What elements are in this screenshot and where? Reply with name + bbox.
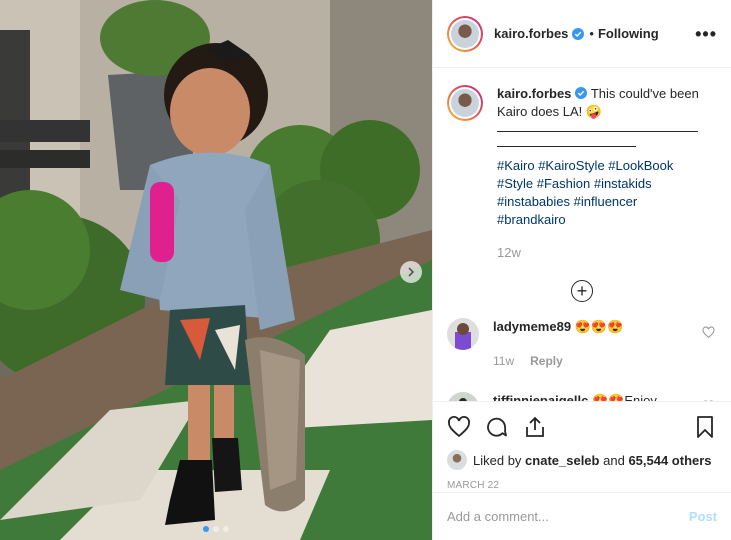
caption-divider [497, 123, 698, 132]
heart-icon[interactable] [447, 415, 471, 439]
post-actions: Liked by cnate_seleb and 65,544 others M… [433, 401, 731, 491]
post-comment-button[interactable]: Post [689, 509, 717, 524]
bookmark-icon[interactable] [693, 415, 717, 439]
caption-hashtags[interactable]: #Kairo #KairoStyle #LookBook #Style #Fas… [497, 157, 707, 229]
comment-body: tiffinniepaigellc 😍😍Enjoy reduced rated … [493, 392, 693, 401]
author-avatar[interactable] [447, 15, 483, 52]
author-username[interactable]: kairo.forbes [494, 26, 568, 41]
load-more-comments[interactable]: + [447, 280, 717, 302]
liked-by-prefix: Liked by [473, 452, 522, 468]
post-date[interactable]: MARCH 22 [447, 480, 717, 491]
comment-username[interactable]: tiffinniepaigellc [493, 393, 588, 401]
photo-illustration [0, 0, 432, 540]
comment-input[interactable] [447, 509, 689, 524]
likes-summary: Liked by cnate_seleb and 65,544 others [447, 450, 717, 470]
carousel-dots [0, 526, 432, 532]
post-photo[interactable] [0, 0, 432, 540]
comments-list[interactable]: kairo.forbes This could've been Kairo do… [433, 69, 731, 401]
liked-by-and: and [603, 452, 625, 468]
carousel-dot [223, 526, 229, 532]
caption-divider-short [497, 138, 636, 147]
commenter-avatar[interactable] [447, 392, 479, 401]
likes-count[interactable]: 65,544 others [628, 453, 711, 468]
chevron-right-icon [408, 267, 415, 277]
verified-badge-icon [575, 87, 588, 99]
comment-body: ladymeme89 😍😍😍 11w Reply [493, 318, 693, 370]
post-header: kairo.forbes • Following ••• [433, 0, 731, 68]
comment-item: tiffinniepaigellc 😍😍Enjoy reduced rated … [447, 392, 717, 401]
comment-username[interactable]: ladymeme89 [493, 319, 571, 334]
reply-button[interactable]: Reply [530, 352, 563, 370]
comment-meta: 11w Reply [493, 352, 693, 370]
liked-by-user[interactable]: cnate_seleb [525, 453, 599, 468]
carousel-dot-active [203, 526, 209, 532]
carousel-dot [213, 526, 219, 532]
like-comment-heart-icon[interactable] [702, 326, 715, 339]
caption-avatar[interactable] [447, 85, 483, 121]
more-options-icon[interactable]: ••• [695, 25, 717, 43]
comment-timestamp[interactable]: 11w [493, 352, 514, 370]
caption-username[interactable]: kairo.forbes [497, 86, 571, 101]
caption-body: kairo.forbes This could've been Kairo do… [497, 85, 707, 262]
plus-circle-icon[interactable]: + [571, 280, 593, 302]
caption: kairo.forbes This could've been Kairo do… [447, 69, 717, 262]
add-comment-bar: Post [433, 492, 731, 540]
comment-item: ladymeme89 😍😍😍 11w Reply [447, 318, 717, 370]
liker-avatar[interactable] [447, 450, 467, 470]
comment-icon[interactable] [485, 415, 509, 439]
caption-timestamp[interactable]: 12w [497, 244, 707, 262]
commenter-avatar[interactable] [447, 318, 479, 350]
next-photo-button[interactable] [400, 261, 422, 283]
comment-text: 😍😍😍 [574, 319, 624, 334]
action-icons [447, 410, 717, 444]
post-side-panel: kairo.forbes • Following ••• kairo.forbe… [432, 0, 731, 540]
following-button[interactable]: Following [598, 26, 659, 41]
share-icon[interactable] [523, 415, 547, 439]
dot-separator: • [589, 26, 594, 41]
verified-badge-icon [572, 27, 585, 40]
